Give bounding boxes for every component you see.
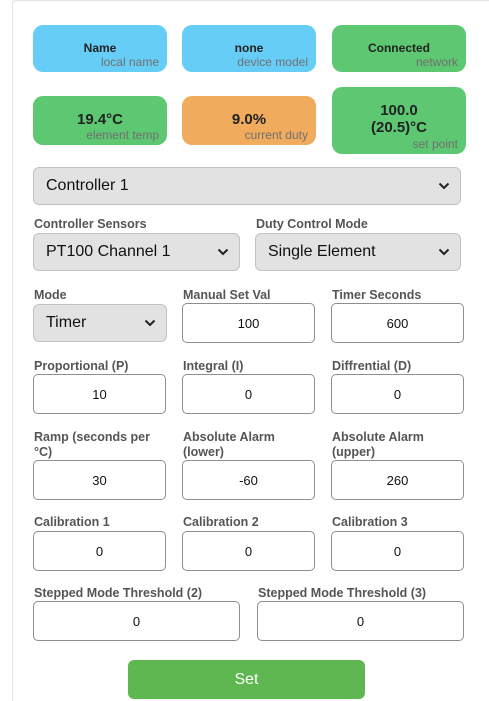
duty-control-mode-value: Single Element — [268, 243, 376, 260]
alarm-lower-label: Absolute Alarm (lower) — [183, 430, 275, 460]
network-value: Connected — [367, 41, 430, 55]
device-model-caption: device model — [237, 55, 308, 69]
mode-value: Timer — [46, 314, 87, 331]
mode-label: Mode — [34, 288, 67, 302]
stepped-threshold-3-label: Stepped Mode Threshold (3) — [258, 586, 427, 600]
differential-label: Diffrential (D) — [332, 359, 412, 373]
duty-control-mode-select[interactable]: Single Element — [255, 233, 461, 271]
calibration-2-input[interactable]: 0 — [182, 531, 315, 571]
ramp-label-line2: °C) — [34, 445, 53, 459]
local-name-caption: local name — [100, 55, 159, 69]
calibration-1-input[interactable]: 0 — [33, 531, 166, 571]
set-point-tile: 100.0 (20.5)°C set point — [332, 87, 466, 154]
chevron-down-icon — [217, 248, 229, 256]
calibration-1-label: Calibration 1 — [34, 515, 110, 529]
calibration-3-label: Calibration 3 — [332, 515, 408, 529]
proportional-label: Proportional (P) — [34, 359, 129, 373]
alarm-upper-input[interactable]: 260 — [331, 460, 464, 500]
element-temp-value: 19.4°C — [76, 111, 124, 128]
set-point-caption: set point — [412, 137, 458, 151]
current-duty-value: 9.0% — [231, 111, 267, 128]
chevron-down-icon — [438, 248, 450, 256]
current-duty-caption: current duty — [244, 128, 308, 142]
device-model-value: none — [234, 41, 264, 55]
alarm-upper-label: Absolute Alarm (upper) — [332, 430, 424, 460]
local-name-value: Name — [83, 41, 117, 55]
stepped-threshold-2-input[interactable]: 0 — [33, 601, 240, 641]
network-tile: Connected network — [332, 25, 466, 72]
ramp-label-line1: Ramp (seconds per — [34, 430, 151, 444]
controller-select-value: Controller 1 — [46, 177, 129, 194]
chevron-down-icon — [144, 319, 156, 327]
mode-select[interactable]: Timer — [33, 304, 167, 342]
controller-sensors-value: PT100 Channel 1 — [46, 243, 171, 260]
set-point-value-line2: (20.5)°C — [370, 119, 427, 136]
timer-seconds-input[interactable]: 600 — [331, 303, 464, 343]
calibration-3-input[interactable]: 0 — [331, 531, 464, 571]
timer-seconds-label: Timer Seconds — [332, 288, 422, 302]
ramp-label: Ramp (seconds per °C) — [34, 430, 150, 460]
manual-set-val-input[interactable]: 100 — [182, 303, 315, 343]
set-point-value-line1: 100.0 — [380, 102, 418, 119]
alarm-upper-label-line2: (upper) — [332, 445, 376, 459]
alarm-upper-label-line1: Absolute Alarm — [332, 430, 424, 444]
integral-input[interactable]: 0 — [182, 374, 315, 414]
controller-select[interactable]: Controller 1 — [33, 167, 461, 205]
device-model-tile: none device model — [182, 25, 316, 72]
set-point-value: 100.0 (20.5)°C — [332, 102, 466, 136]
proportional-input[interactable]: 10 — [33, 374, 166, 414]
stepped-threshold-2-label: Stepped Mode Threshold (2) — [34, 586, 203, 600]
chevron-down-icon — [438, 182, 450, 190]
local-name-tile: Name local name — [33, 25, 167, 72]
controller-sensors-label: Controller Sensors — [34, 217, 147, 231]
integral-label: Integral (I) — [183, 359, 244, 373]
duty-control-mode-label: Duty Control Mode — [256, 217, 368, 231]
set-button[interactable]: Set — [128, 660, 365, 699]
current-duty-tile: 9.0% current duty — [182, 96, 316, 145]
manual-set-val-label: Manual Set Val — [183, 288, 271, 302]
alarm-lower-input[interactable]: -60 — [182, 460, 315, 500]
calibration-2-label: Calibration 2 — [183, 515, 259, 529]
element-temp-caption: element temp — [86, 128, 159, 142]
controller-sensors-select[interactable]: PT100 Channel 1 — [33, 233, 240, 271]
ramp-input[interactable]: 30 — [33, 460, 166, 500]
alarm-lower-label-line2: (lower) — [183, 445, 224, 459]
alarm-lower-label-line1: Absolute Alarm — [183, 430, 275, 444]
differential-input[interactable]: 0 — [331, 374, 464, 414]
element-temp-tile: 19.4°C element temp — [33, 96, 167, 145]
stepped-threshold-3-input[interactable]: 0 — [257, 601, 464, 641]
network-caption: network — [415, 55, 458, 69]
